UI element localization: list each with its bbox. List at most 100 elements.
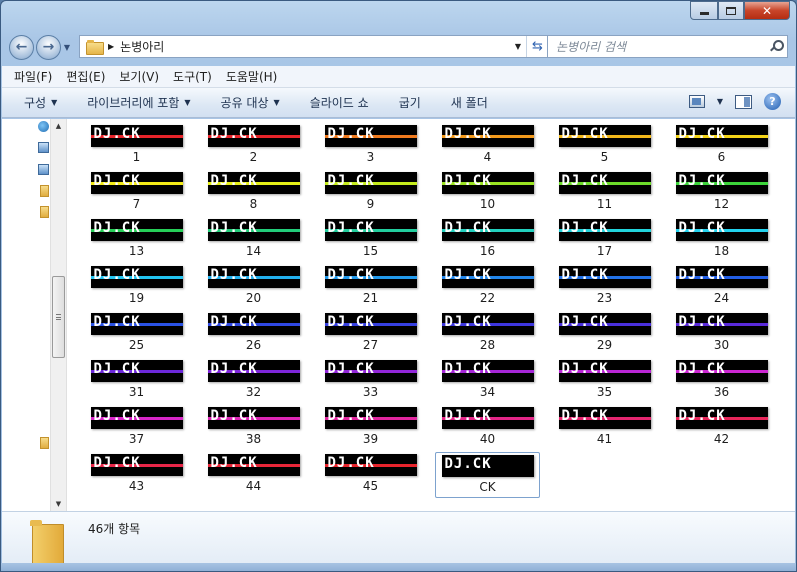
search-input[interactable]: 논병아리 검색 xyxy=(547,35,788,58)
include-in-library-button[interactable]: 라이브러리에 포함 ▼ xyxy=(87,94,190,111)
file-item[interactable]: DJ.CK 18 xyxy=(669,217,774,263)
file-item[interactable]: DJ.CK 33 xyxy=(318,358,423,404)
maximize-button[interactable] xyxy=(718,1,744,20)
file-item[interactable]: DJ.CK 4 xyxy=(435,123,540,169)
file-item[interactable]: DJ.CK 43 xyxy=(84,452,189,498)
file-item[interactable]: DJ.CK 11 xyxy=(552,170,657,216)
search-icon[interactable] xyxy=(770,40,784,52)
menu-help[interactable]: 도움말(H) xyxy=(226,68,278,85)
file-item[interactable]: DJ.CK 34 xyxy=(435,358,540,404)
menu-edit[interactable]: 편집(E) xyxy=(66,68,105,85)
nav-folder-icon[interactable] xyxy=(40,185,49,197)
scroll-up-arrow-icon[interactable]: ▲ xyxy=(51,122,66,130)
file-item[interactable]: DJ.CK 14 xyxy=(201,217,306,263)
file-item[interactable]: DJ.CK 39 xyxy=(318,405,423,451)
address-dropdown-icon[interactable]: ▼ xyxy=(510,42,526,51)
file-item[interactable]: DJ.CK 28 xyxy=(435,311,540,357)
help-icon[interactable]: ? xyxy=(764,93,781,110)
menu-tools[interactable]: 도구(T) xyxy=(173,68,212,85)
refresh-button[interactable]: ⇆ xyxy=(526,36,548,57)
nav-network-icon[interactable] xyxy=(38,142,49,153)
file-item[interactable]: DJ.CK 20 xyxy=(201,264,306,310)
file-item[interactable]: DJ.CK 24 xyxy=(669,264,774,310)
file-item[interactable]: DJ.CK 22 xyxy=(435,264,540,310)
file-name: 18 xyxy=(713,244,730,258)
file-item[interactable]: DJ.CK 25 xyxy=(84,311,189,357)
slide-show-button[interactable]: 슬라이드 쇼 xyxy=(310,94,369,111)
file-item[interactable]: DJ.CK 31 xyxy=(84,358,189,404)
breadcrumb-chevron-icon[interactable]: ▶ xyxy=(108,42,114,51)
file-item[interactable]: DJ.CK 1 xyxy=(84,123,189,169)
image-thumbnail: DJ.CK xyxy=(441,313,534,335)
file-name: 30 xyxy=(713,338,730,352)
image-thumbnail: DJ.CK xyxy=(207,125,300,147)
file-item[interactable]: DJ.CK 9 xyxy=(318,170,423,216)
nav-pane-scrollbar[interactable]: ▲ ▼ xyxy=(50,119,67,511)
file-item[interactable]: DJ.CK 29 xyxy=(552,311,657,357)
preview-pane-icon[interactable] xyxy=(735,94,752,109)
file-item[interactable]: DJ.CK 42 xyxy=(669,405,774,451)
minimize-button[interactable] xyxy=(690,1,718,20)
file-item[interactable]: DJ.CK 6 xyxy=(669,123,774,169)
file-item[interactable]: DJ.CK 21 xyxy=(318,264,423,310)
new-folder-button[interactable]: 새 폴더 xyxy=(451,94,488,111)
view-options-dropdown-icon[interactable]: ▼ xyxy=(717,97,723,106)
close-button[interactable]: ✕ xyxy=(744,1,790,20)
file-item[interactable]: DJ.CK 45 xyxy=(318,452,423,498)
breadcrumb-current[interactable]: 논병아리 xyxy=(120,38,164,55)
file-item[interactable]: DJ.CK 32 xyxy=(201,358,306,404)
file-item[interactable]: DJ.CK 15 xyxy=(318,217,423,263)
file-item[interactable]: DJ.CK 40 xyxy=(435,405,540,451)
file-item[interactable]: DJ.CK 37 xyxy=(84,405,189,451)
scrollbar-thumb[interactable] xyxy=(52,276,65,358)
image-thumbnail: DJ.CK xyxy=(558,407,651,429)
image-thumbnail: DJ.CK xyxy=(90,454,183,476)
file-item[interactable]: DJ.CK 44 xyxy=(201,452,306,498)
new-folder-label: 새 폴더 xyxy=(450,96,488,110)
file-name: 9 xyxy=(366,197,375,211)
address-row: ← → ▼ ▶ 논병아리 ▼ ⇆ 논병아리 검색 xyxy=(9,33,788,61)
minimize-icon xyxy=(699,12,709,15)
file-item[interactable]: DJ.CK 23 xyxy=(552,264,657,310)
organize-button[interactable]: 구성 ▼ xyxy=(24,94,57,111)
recent-pages-dropdown[interactable]: ▼ xyxy=(61,43,73,52)
scroll-down-arrow-icon[interactable]: ▼ xyxy=(51,500,66,508)
file-item[interactable]: DJ.CK CK xyxy=(435,452,540,498)
menu-view[interactable]: 보기(V) xyxy=(119,68,159,85)
file-item[interactable]: DJ.CK 41 xyxy=(552,405,657,451)
burn-button[interactable]: 굽기 xyxy=(399,94,421,111)
forward-button[interactable]: → xyxy=(36,34,61,60)
explorer-window: ✕ ← → ▼ ▶ 논병아리 ▼ ⇆ 논병아리 검색 파일(F) 편집(E) 보… xyxy=(0,0,797,572)
file-item[interactable]: DJ.CK 27 xyxy=(318,311,423,357)
file-item[interactable]: DJ.CK 5 xyxy=(552,123,657,169)
file-item[interactable]: DJ.CK 16 xyxy=(435,217,540,263)
change-view-icon[interactable] xyxy=(688,95,705,108)
file-item[interactable]: DJ.CK 3 xyxy=(318,123,423,169)
file-item[interactable]: DJ.CK 30 xyxy=(669,311,774,357)
back-button[interactable]: ← xyxy=(9,34,34,60)
file-name: 10 xyxy=(479,197,496,211)
file-item[interactable]: DJ.CK 36 xyxy=(669,358,774,404)
file-item[interactable]: DJ.CK 8 xyxy=(201,170,306,216)
nav-folder-icon[interactable] xyxy=(40,206,49,218)
menu-file[interactable]: 파일(F) xyxy=(14,68,52,85)
file-item[interactable]: DJ.CK 10 xyxy=(435,170,540,216)
file-item[interactable]: DJ.CK 19 xyxy=(84,264,189,310)
image-thumbnail: DJ.CK xyxy=(207,407,300,429)
file-item[interactable]: DJ.CK 35 xyxy=(552,358,657,404)
file-item[interactable]: DJ.CK 2 xyxy=(201,123,306,169)
address-bar[interactable]: ▶ 논병아리 ▼ ⇆ xyxy=(79,35,549,58)
image-thumbnail: DJ.CK xyxy=(558,313,651,335)
file-item[interactable]: DJ.CK 7 xyxy=(84,170,189,216)
nav-folder-icon[interactable] xyxy=(40,437,49,449)
image-thumbnail: DJ.CK xyxy=(675,125,768,147)
file-item[interactable]: DJ.CK 13 xyxy=(84,217,189,263)
nav-globe-icon[interactable] xyxy=(38,121,49,132)
file-item[interactable]: DJ.CK 26 xyxy=(201,311,306,357)
file-item[interactable]: DJ.CK 38 xyxy=(201,405,306,451)
file-item[interactable]: DJ.CK 17 xyxy=(552,217,657,263)
share-with-button[interactable]: 공유 대상 ▼ xyxy=(221,94,280,111)
file-item[interactable]: DJ.CK 12 xyxy=(669,170,774,216)
nav-network-icon[interactable] xyxy=(38,164,49,175)
image-thumbnail: DJ.CK xyxy=(207,266,300,288)
